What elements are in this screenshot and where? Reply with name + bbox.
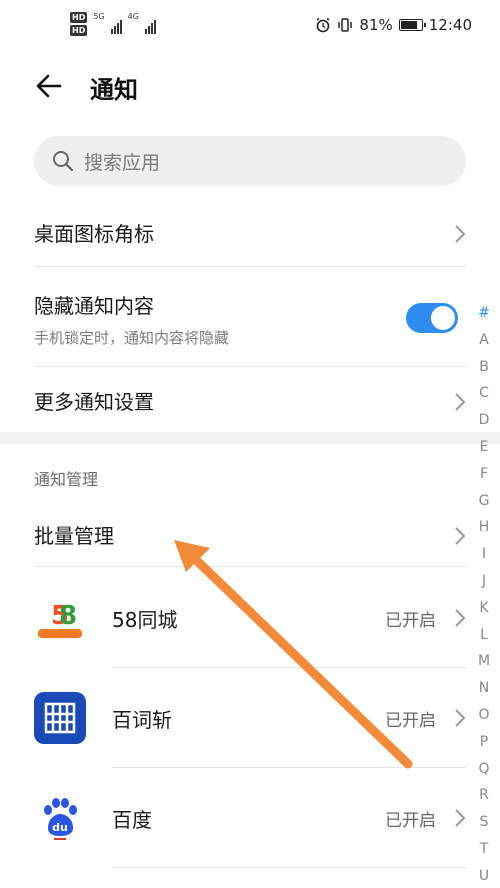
chevron-right-icon bbox=[455, 393, 466, 411]
alphabet-letter[interactable]: L bbox=[474, 622, 494, 649]
search-placeholder: 搜索应用 bbox=[84, 151, 161, 174]
signal-bars-icon bbox=[110, 16, 122, 34]
header: 通知 bbox=[0, 60, 500, 112]
hd-badge: HD bbox=[70, 12, 88, 23]
alphabet-letter[interactable]: D bbox=[474, 407, 494, 434]
alphabet-letter[interactable]: K bbox=[474, 595, 494, 622]
chevron-right-icon bbox=[455, 709, 466, 727]
page-title: 通知 bbox=[90, 76, 138, 104]
battery-percent: 81% bbox=[359, 16, 393, 34]
desktop-badge-label: 桌面图标角标 bbox=[34, 222, 154, 246]
alphabet-letter[interactable]: M bbox=[474, 648, 494, 675]
hd-badge: HD bbox=[70, 25, 88, 36]
hide-content-description: 手机锁定时，通知内容将隐藏 bbox=[34, 329, 230, 347]
app-status: 已开启 bbox=[385, 811, 436, 831]
alphabet-letter[interactable]: U bbox=[474, 863, 494, 888]
network-type-5g: 5G bbox=[93, 12, 105, 21]
svg-text:du: du bbox=[52, 821, 68, 834]
signal-area: HD HD 5G 4G bbox=[70, 12, 156, 36]
clock-time: 12:40 bbox=[428, 16, 472, 34]
alarm-icon bbox=[316, 17, 330, 33]
alphabet-letter[interactable]: S bbox=[474, 809, 494, 836]
alphabet-letter[interactable]: # bbox=[474, 300, 494, 327]
app-row-baidu[interactable]: du 百度 已开启 bbox=[34, 768, 466, 868]
chevron-right-icon bbox=[455, 809, 466, 827]
hide-content-row: 隐藏通知内容 手机锁定时，通知内容将隐藏 bbox=[34, 290, 466, 350]
divider bbox=[34, 266, 466, 267]
58-logo-icon: 5 8 bbox=[34, 592, 86, 644]
baidu-paw-icon: du bbox=[34, 792, 86, 844]
desktop-badge-row[interactable]: 桌面图标角标 bbox=[34, 218, 466, 252]
chevron-right-icon bbox=[455, 527, 466, 545]
alphabet-letter[interactable]: E bbox=[474, 434, 494, 461]
batch-manage-row[interactable]: 批量管理 bbox=[34, 520, 466, 554]
alphabet-letter[interactable]: J bbox=[474, 568, 494, 595]
app-name: 百词斩 bbox=[112, 708, 172, 732]
section-separator bbox=[0, 432, 500, 444]
alphabet-letter[interactable]: Q bbox=[474, 756, 494, 783]
more-settings-row[interactable]: 更多通知设置 bbox=[34, 386, 466, 420]
app-row-baicizhan[interactable]: 百词斩 已开启 bbox=[34, 668, 466, 768]
alphabet-letter[interactable]: T bbox=[474, 836, 494, 863]
app-name: 百度 bbox=[112, 808, 152, 832]
alphabet-letter[interactable]: H bbox=[474, 514, 494, 541]
divider bbox=[34, 366, 466, 367]
status-bar: HD HD 5G 4G 81% 12:40 bbox=[0, 0, 500, 56]
chevron-right-icon bbox=[455, 609, 466, 627]
network-type-4g: 4G bbox=[127, 12, 139, 21]
alphabet-letter[interactable]: R bbox=[474, 782, 494, 809]
back-button[interactable] bbox=[30, 68, 66, 104]
app-row-58[interactable]: 5 8 58同城 已开启 bbox=[34, 568, 466, 668]
toggle-knob bbox=[431, 306, 455, 330]
batch-manage-label: 批量管理 bbox=[34, 524, 114, 548]
arrow-left-icon bbox=[36, 74, 62, 98]
alphabet-index[interactable]: # A B C D E F G H I J K L M N O P Q R S T U bbox=[474, 300, 494, 888]
svg-text:8: 8 bbox=[59, 601, 77, 631]
search-icon bbox=[53, 151, 74, 172]
divider bbox=[112, 867, 466, 868]
search-input[interactable]: 搜索应用 bbox=[34, 136, 466, 186]
alphabet-letter[interactable]: N bbox=[474, 675, 494, 702]
alphabet-letter[interactable]: B bbox=[474, 354, 494, 381]
alphabet-letter[interactable]: F bbox=[474, 461, 494, 488]
divider bbox=[34, 566, 466, 567]
chevron-right-icon bbox=[455, 225, 466, 243]
app-name: 58同城 bbox=[112, 608, 178, 632]
more-settings-label: 更多通知设置 bbox=[34, 390, 154, 414]
battery-icon bbox=[398, 19, 426, 31]
alphabet-letter[interactable]: C bbox=[474, 380, 494, 407]
app-status: 已开启 bbox=[385, 711, 436, 731]
alphabet-letter[interactable]: P bbox=[474, 729, 494, 756]
section-title: 通知管理 bbox=[34, 470, 99, 489]
alphabet-letter[interactable]: A bbox=[474, 327, 494, 354]
status-right: 81% 12:40 bbox=[315, 16, 472, 34]
alphabet-letter[interactable]: G bbox=[474, 488, 494, 515]
alphabet-letter[interactable]: O bbox=[474, 702, 494, 729]
alphabet-letter[interactable]: I bbox=[474, 541, 494, 568]
vibrate-icon bbox=[338, 18, 353, 32]
baicizhan-icon bbox=[34, 692, 86, 744]
hide-content-label: 隐藏通知内容 bbox=[34, 294, 154, 318]
app-status: 已开启 bbox=[385, 611, 436, 631]
signal-bars-icon bbox=[144, 16, 156, 34]
hide-content-toggle[interactable] bbox=[406, 303, 458, 333]
